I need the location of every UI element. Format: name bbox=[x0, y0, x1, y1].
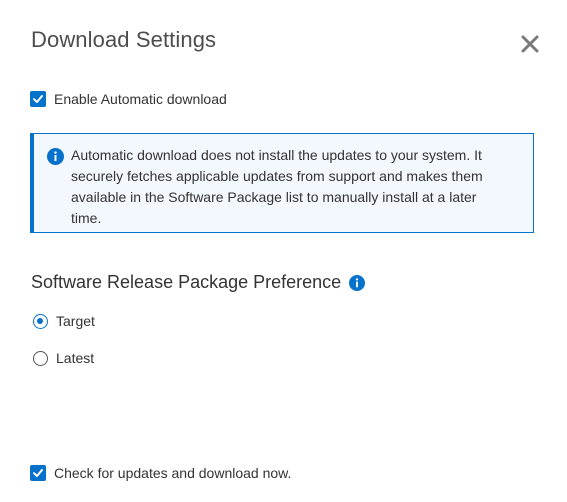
info-message: Automatic download does not install the … bbox=[71, 147, 483, 226]
info-icon bbox=[349, 274, 366, 291]
radio-latest[interactable]: Latest bbox=[33, 350, 94, 366]
radio-selected-icon[interactable] bbox=[33, 313, 48, 329]
radio-target-label: Target bbox=[56, 313, 95, 329]
checkbox-checked-icon[interactable] bbox=[30, 465, 46, 481]
package-preference-heading: Software Release Package Preference bbox=[31, 272, 366, 293]
checkbox-checked-icon[interactable] bbox=[30, 91, 46, 107]
enable-auto-download-checkbox[interactable]: Enable Automatic download bbox=[30, 91, 227, 107]
radio-target[interactable]: Target bbox=[33, 313, 95, 329]
check-updates-now-label: Check for updates and download now. bbox=[54, 465, 292, 481]
radio-latest-label: Latest bbox=[56, 350, 95, 366]
dialog-title: Download Settings bbox=[31, 27, 217, 52]
radio-unselected-icon[interactable] bbox=[33, 350, 48, 366]
check-updates-now-checkbox[interactable]: Check for updates and download now. bbox=[30, 465, 291, 481]
preference-info-button[interactable] bbox=[349, 274, 366, 291]
close-button[interactable] bbox=[519, 33, 541, 55]
close-icon bbox=[521, 35, 539, 53]
info-icon bbox=[47, 148, 64, 170]
info-banner: Automatic download does not install the … bbox=[30, 133, 534, 233]
package-preference-title: Software Release Package Preference bbox=[31, 272, 342, 292]
enable-auto-download-label: Enable Automatic download bbox=[54, 91, 227, 107]
